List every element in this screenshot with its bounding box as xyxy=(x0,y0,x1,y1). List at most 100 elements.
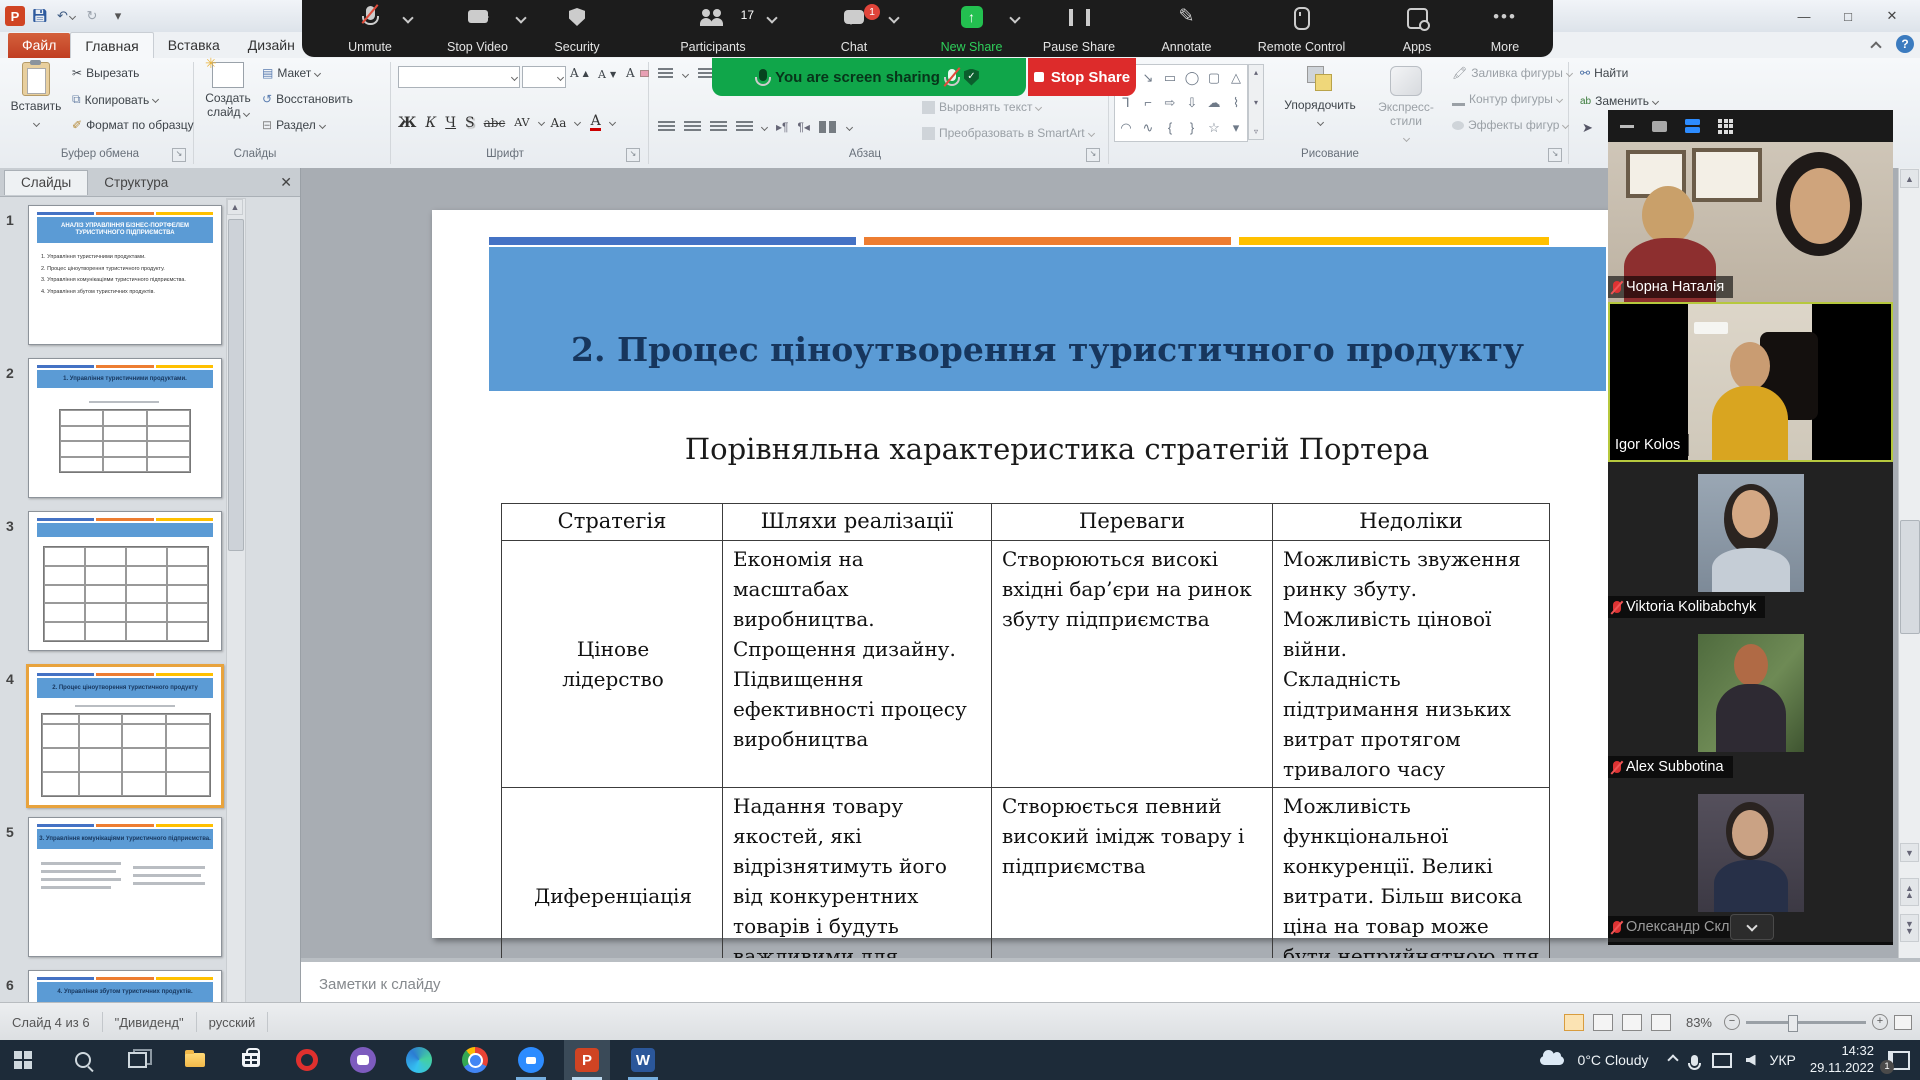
chrome-button[interactable] xyxy=(452,1040,498,1080)
font-size-combobox[interactable] xyxy=(522,66,566,88)
section-button[interactable]: ⊟Раздел xyxy=(262,118,325,132)
tab-home[interactable]: Главная xyxy=(70,32,153,58)
strip-view-icon[interactable] xyxy=(1685,119,1700,133)
word-taskbar-button[interactable]: W xyxy=(620,1040,666,1080)
shape-rounded-rect-icon[interactable]: ▢ xyxy=(1204,66,1224,90)
shape-triangle-icon[interactable]: △ xyxy=(1226,66,1246,90)
find-button[interactable]: ⚯Найти xyxy=(1580,66,1628,80)
slide-thumbnail-2[interactable]: 1. Управління туристичними продуктами. xyxy=(28,358,222,498)
previous-slide-icon[interactable]: ▲▲ xyxy=(1900,878,1919,906)
chat-button[interactable]: 1 Chat xyxy=(814,6,894,54)
strikethrough-button[interactable]: abc xyxy=(484,116,506,130)
weather-text[interactable]: 0°C Cloudy xyxy=(1578,1052,1649,1068)
slide-thumbnail-4-selected[interactable]: 2. Процес ціноутворення туристичного про… xyxy=(26,664,224,808)
clock[interactable]: 14:32 29.11.2022 xyxy=(1810,1043,1874,1077)
shape-scribble-icon[interactable]: ⌇ xyxy=(1226,91,1246,115)
slide-title-banner[interactable]: 2. Процес ціноутворення туристичного про… xyxy=(489,247,1606,391)
tray-speaker-icon[interactable] xyxy=(1746,1055,1756,1066)
new-slide-button[interactable]: ✳ Создатьслайд xyxy=(200,62,256,119)
align-text-button[interactable]: Выровнять текст xyxy=(922,100,1041,114)
edge-button[interactable] xyxy=(396,1040,442,1080)
start-button[interactable] xyxy=(0,1040,46,1080)
columns-icon[interactable] xyxy=(819,121,838,133)
bullets-icon[interactable] xyxy=(658,68,673,80)
stop-share-button[interactable]: Stop Share xyxy=(1028,58,1136,96)
grow-font-icon[interactable]: A▲ xyxy=(570,66,589,80)
slide-thumbnail-5[interactable]: 3. Управління комунікаціями туристичного… xyxy=(28,817,222,957)
tab-insert[interactable]: Вставка xyxy=(154,33,234,58)
numbering-icon[interactable] xyxy=(698,68,713,80)
more-button[interactable]: ••• More xyxy=(1470,6,1540,54)
shape-oval-icon[interactable]: ◯ xyxy=(1182,66,1202,90)
shape-brace-left-icon[interactable]: { xyxy=(1160,116,1180,140)
tab-outline[interactable]: Структура xyxy=(88,170,184,194)
gallery-view-icon[interactable] xyxy=(1718,119,1733,134)
zoom-out-icon[interactable]: − xyxy=(1724,1014,1740,1030)
viber-button[interactable] xyxy=(340,1040,386,1080)
tab-file[interactable]: Файл xyxy=(8,33,70,58)
slide-sorter-view-icon[interactable] xyxy=(1593,1014,1613,1031)
slide-thumbnail-3[interactable] xyxy=(28,511,222,651)
shape-star-icon[interactable]: ☆ xyxy=(1204,116,1224,140)
remote-control-button[interactable]: Remote Control xyxy=(1244,6,1359,54)
video-tile[interactable]: Олександр Склярук xyxy=(1608,782,1893,942)
speaker-view-icon[interactable] xyxy=(1652,121,1667,132)
fit-to-window-icon[interactable] xyxy=(1894,1015,1912,1030)
redo-icon[interactable]: ↻ xyxy=(81,5,103,27)
participants-button[interactable]: Participants 17 xyxy=(654,6,772,54)
task-view-button[interactable] xyxy=(114,1040,160,1080)
text-direction-icon[interactable]: ▸¶ xyxy=(776,120,788,134)
zoom-in-icon[interactable]: + xyxy=(1872,1014,1888,1030)
font-dialog-launcher-icon[interactable]: ↘ xyxy=(626,148,640,162)
paragraph-dialog-launcher-icon[interactable]: ↘ xyxy=(1086,148,1100,162)
help-icon[interactable]: ? xyxy=(1896,35,1914,53)
font-color-button[interactable]: А xyxy=(590,114,601,131)
status-language[interactable]: русский xyxy=(197,1012,269,1032)
document-scrollbar[interactable]: ▲ ▼ ▲▲ ▼▼ xyxy=(1898,168,1920,958)
clipboard-dialog-launcher-icon[interactable]: ↘ xyxy=(172,148,186,162)
shadow-button[interactable]: S xyxy=(465,115,475,131)
clear-formatting-icon[interactable]: A xyxy=(626,66,649,80)
undo-icon[interactable]: ↶ xyxy=(55,5,77,27)
weather-cloud-icon[interactable] xyxy=(1540,1056,1564,1065)
tray-display-icon[interactable] xyxy=(1712,1053,1732,1068)
scroll-participants-down-button[interactable] xyxy=(1730,914,1774,940)
reading-view-icon[interactable] xyxy=(1622,1014,1642,1031)
shape-arrow-icon[interactable]: ↘ xyxy=(1138,66,1158,90)
align-center-icon[interactable] xyxy=(684,121,701,133)
justify-icon[interactable] xyxy=(736,121,753,133)
window-maximize-button[interactable]: □ xyxy=(1826,4,1870,28)
collapse-ribbon-icon[interactable] xyxy=(1872,38,1880,56)
slide-thumbnail-1[interactable]: АНАЛІЗ УПРАВЛІННЯ БІЗНЕС-ПОРТФЕЛЕМ ТУРИС… xyxy=(28,205,222,345)
paragraph-mark-icon[interactable]: ¶◂ xyxy=(797,120,809,134)
shape-down-arrow-icon[interactable]: ⇩ xyxy=(1182,91,1202,115)
tab-design[interactable]: Дизайн xyxy=(234,33,309,58)
shape-elbow-arrow-icon[interactable]: ⌐ xyxy=(1138,91,1158,115)
shapes-gallery-expand-icon[interactable]: ▿ xyxy=(1254,127,1258,136)
slide-canvas[interactable]: 2. Процес ціноутворення туристичного про… xyxy=(432,210,1608,938)
scroll-up-icon[interactable]: ▲ xyxy=(1900,169,1919,188)
shape-curve-icon[interactable]: ∿ xyxy=(1138,116,1158,140)
shapes-scroll-up-icon[interactable]: ▴ xyxy=(1254,68,1258,77)
scroll-down-icon[interactable]: ▼ xyxy=(1900,843,1919,862)
shape-brace-right-icon[interactable]: } xyxy=(1182,116,1202,140)
quick-styles-button[interactable]: Экспресс-стили xyxy=(1364,66,1448,146)
select-cursor-icon[interactable]: ➤ xyxy=(1582,120,1593,136)
shape-arc-icon[interactable]: ◠ xyxy=(1116,116,1136,140)
zoom-level[interactable]: 83% xyxy=(1686,1015,1712,1030)
shrink-font-icon[interactable]: A▼ xyxy=(598,68,616,81)
normal-view-icon[interactable] xyxy=(1564,1014,1584,1031)
align-left-icon[interactable] xyxy=(658,121,675,133)
underline-button[interactable]: Ч xyxy=(445,115,456,131)
shape-fill-button[interactable]: 🖍︎Заливка фигуры xyxy=(1452,66,1572,80)
cut-button[interactable]: ✂Вырезать xyxy=(72,66,139,80)
scroll-thumb[interactable] xyxy=(1900,520,1920,634)
reset-button[interactable]: ↺Восстановить xyxy=(262,92,353,106)
banner-audio-muted-icon[interactable] xyxy=(948,69,956,81)
tab-slides-thumbnails[interactable]: Слайды xyxy=(4,170,88,195)
video-tile[interactable]: Viktoria Kolibabchyk xyxy=(1608,462,1893,622)
align-right-icon[interactable] xyxy=(710,121,727,133)
keyboard-language[interactable]: УКР xyxy=(1770,1052,1796,1068)
paste-button[interactable]: Вставить xyxy=(10,62,62,131)
shape-rectangle-icon[interactable]: ▭ xyxy=(1160,66,1180,90)
